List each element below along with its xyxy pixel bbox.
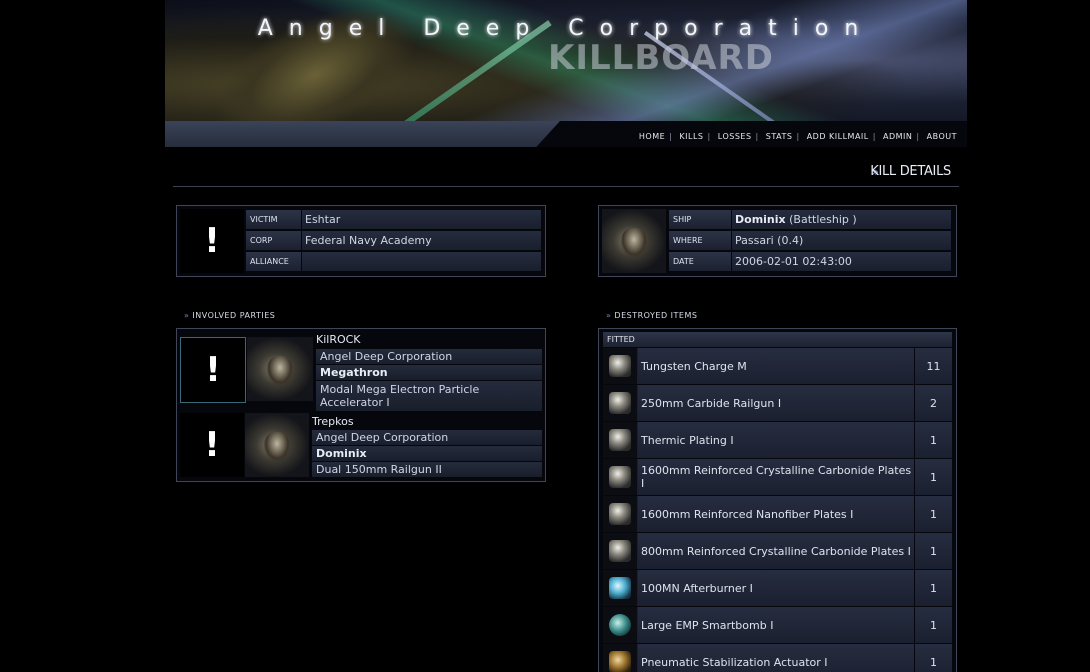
item-row[interactable]: 250mm Carbide Railgun I 2 xyxy=(603,385,952,421)
date-value: 2006-02-01 02:43:00 xyxy=(732,252,951,271)
item-row[interactable]: Tungsten Charge M 11 xyxy=(603,348,952,384)
item-name[interactable]: Large EMP Smartbomb I xyxy=(638,607,914,643)
nav-separator: | xyxy=(916,132,920,141)
item-name[interactable]: Thermic Plating I xyxy=(638,422,914,458)
placeholder-exclamation-icon: ! xyxy=(205,350,221,390)
party-weapon[interactable]: Modal Mega Electron Particle Accelerator… xyxy=(316,381,542,411)
system-value[interactable]: Passari (0.4) xyxy=(732,231,951,250)
victim-label: VICTIM xyxy=(246,210,301,229)
item-name[interactable]: 1600mm Reinforced Crystalline Carbonide … xyxy=(638,459,914,495)
killboard-logo: KILLBOARD xyxy=(548,38,774,78)
nav-stats[interactable]: STATS xyxy=(766,132,793,141)
victim-name[interactable]: Eshtar xyxy=(302,210,541,229)
ship-panel: SHIP Dominix (Battleship ) WHERE Passari… xyxy=(598,205,957,277)
destroyed-items-heading: » DESTROYED ITEMS xyxy=(606,311,697,320)
header-banner: Angel Deep Corporation KILLBOARD xyxy=(165,0,967,121)
item-row[interactable]: 800mm Reinforced Crystalline Carbonide P… xyxy=(603,533,952,569)
victim-portrait[interactable]: ! xyxy=(180,209,244,273)
party-ship-image[interactable] xyxy=(247,337,313,401)
plating-icon xyxy=(603,422,638,458)
nav-separator: | xyxy=(755,132,759,141)
alliance-label: ALLIANCE xyxy=(246,252,301,271)
ship-class: (Battleship ) xyxy=(789,213,857,226)
ship-label: SHIP xyxy=(669,210,731,229)
item-name[interactable]: 100MN Afterburner I xyxy=(638,570,914,606)
item-row[interactable]: 1600mm Reinforced Crystalline Carbonide … xyxy=(603,459,952,495)
smartbomb-icon xyxy=(603,607,638,643)
fitted-section-label: FITTED xyxy=(603,332,952,347)
item-qty: 1 xyxy=(915,533,952,569)
nav-losses[interactable]: LOSSES xyxy=(718,132,752,141)
ammo-icon xyxy=(603,348,638,384)
nav-bar: HOME | KILLS | LOSSES | STATS | ADD KILLMAIL… xyxy=(165,121,967,147)
party-ship[interactable]: Dominix xyxy=(312,446,542,461)
victim-alliance xyxy=(302,252,541,271)
item-qty: 1 xyxy=(915,570,952,606)
nav-separator: | xyxy=(669,132,673,141)
item-name[interactable]: 800mm Reinforced Crystalline Carbonide P… xyxy=(638,533,914,569)
where-label: WHERE xyxy=(669,231,731,250)
nav-bar-decoration xyxy=(165,121,560,147)
date-label: DATE xyxy=(669,252,731,271)
placeholder-exclamation-icon: ! xyxy=(204,221,220,261)
page-title: KILL DETAILS xyxy=(870,164,951,179)
nav-separator: | xyxy=(707,132,711,141)
item-row[interactable]: 1600mm Reinforced Nanofiber Plates I 1 xyxy=(603,496,952,532)
party-corp[interactable]: Angel Deep Corporation xyxy=(312,430,542,445)
double-chevron-icon: » xyxy=(606,311,612,320)
involved-parties-heading: » INVOLVED PARTIES xyxy=(184,311,275,320)
victim-panel: ! VICTIM Eshtar CORP Federal Navy Academ… xyxy=(176,205,546,277)
party-ship-image[interactable] xyxy=(245,413,309,477)
item-qty: 1 xyxy=(915,459,952,495)
afterburner-icon xyxy=(603,570,638,606)
destroyed-items-panel: FITTED Tungsten Charge M 11 250mm Carbid… xyxy=(598,328,957,672)
party-name[interactable]: Trepkos xyxy=(312,415,354,428)
party-name[interactable]: KilROCK xyxy=(316,333,361,346)
double-chevron-icon: » xyxy=(184,311,190,320)
nav-about[interactable]: ABOUT xyxy=(927,132,957,141)
item-qty: 1 xyxy=(915,644,952,672)
section-header: » KILL DETAILS xyxy=(173,162,959,187)
party-weapon[interactable]: Dual 150mm Railgun II xyxy=(312,462,542,477)
victim-corp[interactable]: Federal Navy Academy xyxy=(302,231,541,250)
item-row[interactable]: Pneumatic Stabilization Actuator I 1 xyxy=(603,644,952,672)
item-qty: 2 xyxy=(915,385,952,421)
party-portrait[interactable]: ! xyxy=(180,413,244,477)
item-name[interactable]: 250mm Carbide Railgun I xyxy=(638,385,914,421)
item-name[interactable]: 1600mm Reinforced Nanofiber Plates I xyxy=(638,496,914,532)
victim-ship-image[interactable] xyxy=(602,209,666,273)
destroyed-items-heading-text: DESTROYED ITEMS xyxy=(614,311,698,320)
party-portrait[interactable]: ! xyxy=(180,337,246,403)
nav-home[interactable]: HOME xyxy=(639,132,665,141)
item-name[interactable]: Tungsten Charge M xyxy=(638,348,914,384)
item-name[interactable]: Pneumatic Stabilization Actuator I xyxy=(638,644,914,672)
nav-separator: | xyxy=(872,132,876,141)
item-qty: 1 xyxy=(915,496,952,532)
party-corp[interactable]: Angel Deep Corporation xyxy=(316,349,542,364)
railgun-icon xyxy=(603,385,638,421)
involved-parties-panel: ! KilROCK Angel Deep Corporation Megathr… xyxy=(176,328,546,482)
item-row[interactable]: Large EMP Smartbomb I 1 xyxy=(603,607,952,643)
main-nav: HOME | KILLS | LOSSES | STATS | ADD KILLMAIL… xyxy=(639,132,957,141)
party-ship[interactable]: Megathron xyxy=(316,365,542,380)
page: Angel Deep Corporation KILLBOARD HOME | K… xyxy=(165,0,967,672)
item-qty: 1 xyxy=(915,607,952,643)
item-row[interactable]: Thermic Plating I 1 xyxy=(603,422,952,458)
ship-name: Dominix xyxy=(735,213,786,226)
corp-label: CORP xyxy=(246,231,301,250)
item-row[interactable]: 100MN Afterburner I 1 xyxy=(603,570,952,606)
item-qty: 1 xyxy=(915,422,952,458)
actuator-icon xyxy=(603,644,638,672)
armor-plate-icon xyxy=(603,496,638,532)
involved-parties-heading-text: INVOLVED PARTIES xyxy=(192,311,276,320)
item-qty: 11 xyxy=(915,348,952,384)
nav-admin[interactable]: ADMIN xyxy=(883,132,912,141)
armor-plate-icon xyxy=(603,533,638,569)
ship-value[interactable]: Dominix (Battleship ) xyxy=(732,210,951,229)
placeholder-exclamation-icon: ! xyxy=(204,425,220,465)
nav-add-killmail[interactable]: ADD KILLMAIL xyxy=(807,132,869,141)
nav-kills[interactable]: KILLS xyxy=(679,132,703,141)
armor-plate-icon xyxy=(603,459,638,495)
nav-separator: | xyxy=(796,132,800,141)
